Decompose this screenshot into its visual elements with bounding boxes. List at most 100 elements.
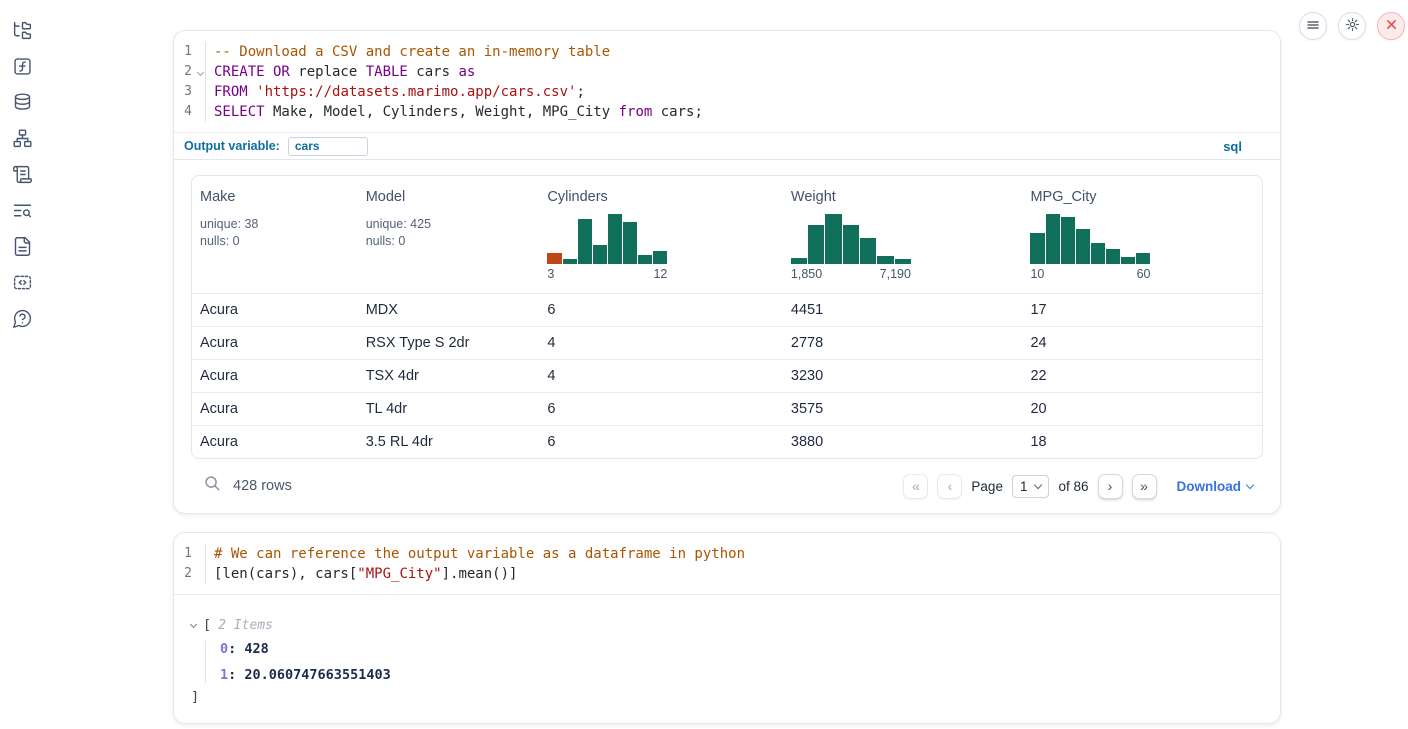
- code-line[interactable]: 4SELECT Make, Model, Cylinders, Weight, …: [174, 102, 1280, 122]
- collapse-chevron-icon[interactable]: [190, 620, 197, 627]
- sidebar-item-snippets[interactable]: [11, 273, 33, 295]
- sidebar-item-dependencies[interactable]: [11, 129, 33, 151]
- column-summary: unique: 425nulls: 0: [366, 216, 532, 250]
- sidebar-item-file-explorer[interactable]: [11, 21, 33, 43]
- sidebar-item-help[interactable]: [11, 309, 33, 331]
- menu-button[interactable]: [1299, 12, 1327, 40]
- code-text: SELECT Make, Model, Cylinders, Weight, M…: [206, 102, 703, 122]
- table-cell: MDX: [358, 302, 540, 318]
- function-square-icon: [12, 56, 33, 80]
- scroll-icon: [12, 164, 33, 188]
- first-page-button[interactable]: «: [903, 474, 928, 499]
- code-text: FROM 'https://datasets.marimo.app/cars.c…: [206, 82, 585, 102]
- last-page-button[interactable]: »: [1132, 474, 1157, 499]
- sidebar-item-documentation[interactable]: [11, 237, 33, 259]
- table-cell: 18: [1022, 434, 1262, 450]
- table-cell: 20: [1022, 401, 1262, 417]
- code-line[interactable]: 1-- Download a CSV and create an in-memo…: [174, 42, 1280, 62]
- next-page-icon: ›: [1108, 479, 1113, 493]
- histogram-bar: [563, 259, 577, 264]
- table-cell: 24: [1022, 335, 1262, 351]
- table-body: AcuraMDX6445117AcuraRSX Type S 2dr427782…: [192, 293, 1262, 458]
- histogram-bar: [1030, 233, 1044, 264]
- table-cell: 6: [539, 434, 783, 450]
- tree-close-bracket: ]: [191, 689, 1280, 705]
- python-output-tree: [ 2 Items 0: 4281: 20.060747663551403 ]: [174, 595, 1280, 723]
- tree-entry-key: 0: [220, 641, 228, 657]
- tree-open-bracket: [: [203, 617, 211, 633]
- column-header-mpg_city[interactable]: MPG_City 1060: [1022, 176, 1262, 293]
- page-total-label: of 86: [1058, 479, 1088, 494]
- help-bubble-icon: [12, 308, 33, 332]
- histogram-bar: [593, 245, 607, 264]
- table-output-area: Makeunique: 38nulls: 0Modelunique: 425nu…: [174, 160, 1280, 513]
- sidebar-item-functions[interactable]: [11, 57, 33, 79]
- column-header-weight[interactable]: Weight 1,850 7,190: [783, 176, 1023, 293]
- page-select-value: 1: [1020, 479, 1028, 494]
- histogram-min-label: 1,850: [791, 267, 822, 281]
- table-cell: Acura: [192, 401, 358, 417]
- tree-entry-value: 428: [244, 641, 268, 657]
- line-number: 4: [174, 102, 206, 122]
- column-histogram: 312: [547, 214, 667, 281]
- column-header-model[interactable]: Modelunique: 425nulls: 0: [358, 176, 540, 293]
- code-text: # We can reference the output variable a…: [206, 544, 745, 564]
- table-cell: RSX Type S 2dr: [358, 335, 540, 351]
- table-row[interactable]: AcuraTL 4dr6357520: [192, 392, 1262, 425]
- table-cell: 4: [539, 368, 783, 384]
- histogram-bar: [1136, 253, 1150, 264]
- output-variable-input[interactable]: [288, 137, 368, 156]
- histogram-bar: [1121, 257, 1135, 264]
- fold-chevron-icon[interactable]: [197, 69, 204, 76]
- column-histogram: 1,850 7,190: [791, 214, 911, 281]
- list-search-icon: [12, 200, 33, 224]
- sql-cell: 1-- Download a CSV and create an in-memo…: [173, 30, 1281, 514]
- code-line[interactable]: 2[len(cars), cars["MPG_City"].mean()]: [174, 564, 1280, 584]
- column-name: Weight: [791, 189, 1015, 205]
- sql-code-editor[interactable]: 1-- Download a CSV and create an in-memo…: [174, 31, 1280, 132]
- document-icon: [12, 236, 33, 260]
- code-line[interactable]: 3FROM 'https://datasets.marimo.app/cars.…: [174, 82, 1280, 102]
- tree-entry: 1: 20.060747663551403: [220, 667, 1280, 683]
- table-cell: 3880: [783, 434, 1023, 450]
- sidebar-item-scratchpad[interactable]: [11, 165, 33, 187]
- histogram-bar: [608, 214, 622, 264]
- histogram-max-label: 60: [1137, 267, 1151, 281]
- table-row[interactable]: Acura3.5 RL 4dr6388018: [192, 425, 1262, 458]
- column-histogram: 1060: [1030, 214, 1150, 281]
- line-number: 1: [174, 42, 206, 62]
- histogram-bar: [825, 214, 841, 264]
- search-icon[interactable]: [204, 475, 221, 497]
- output-variable-label: Output variable:: [184, 139, 280, 153]
- histogram-bar: [1061, 217, 1075, 264]
- table-row[interactable]: AcuraRSX Type S 2dr4277824: [192, 326, 1262, 359]
- table-row[interactable]: AcuraMDX6445117: [192, 293, 1262, 326]
- table-cell: 3575: [783, 401, 1023, 417]
- close-icon: [1385, 18, 1398, 34]
- histogram-min-label: 3: [547, 267, 554, 281]
- histogram-bar: [1091, 243, 1105, 264]
- row-count-label: 428 rows: [233, 478, 292, 494]
- sidebar-item-logs[interactable]: [11, 201, 33, 223]
- shutdown-button[interactable]: [1377, 12, 1405, 40]
- histogram-bar: [578, 219, 592, 264]
- table-cell: 4: [539, 335, 783, 351]
- prev-page-button[interactable]: ‹: [937, 474, 962, 499]
- python-code-editor[interactable]: 1# We can reference the output variable …: [174, 533, 1280, 594]
- column-header-cylinders[interactable]: Cylinders312: [539, 176, 783, 293]
- download-button[interactable]: Download: [1177, 479, 1254, 494]
- next-page-button[interactable]: ›: [1098, 474, 1123, 499]
- file-tree-icon: [12, 20, 33, 44]
- column-header-make[interactable]: Makeunique: 38nulls: 0: [192, 176, 358, 293]
- settings-button[interactable]: [1338, 12, 1366, 40]
- code-line[interactable]: 1# We can reference the output variable …: [174, 544, 1280, 564]
- code-line[interactable]: 2CREATE OR replace TABLE cars as: [174, 62, 1280, 82]
- column-name: MPG_City: [1030, 189, 1254, 205]
- page-select[interactable]: 1: [1012, 475, 1050, 498]
- histogram-max-label: 7,190: [880, 267, 911, 281]
- sidebar-item-datasources[interactable]: [11, 93, 33, 115]
- table-cell: TL 4dr: [358, 401, 540, 417]
- database-icon: [12, 92, 33, 116]
- table-row[interactable]: AcuraTSX 4dr4323022: [192, 359, 1262, 392]
- histogram-bar: [843, 225, 859, 264]
